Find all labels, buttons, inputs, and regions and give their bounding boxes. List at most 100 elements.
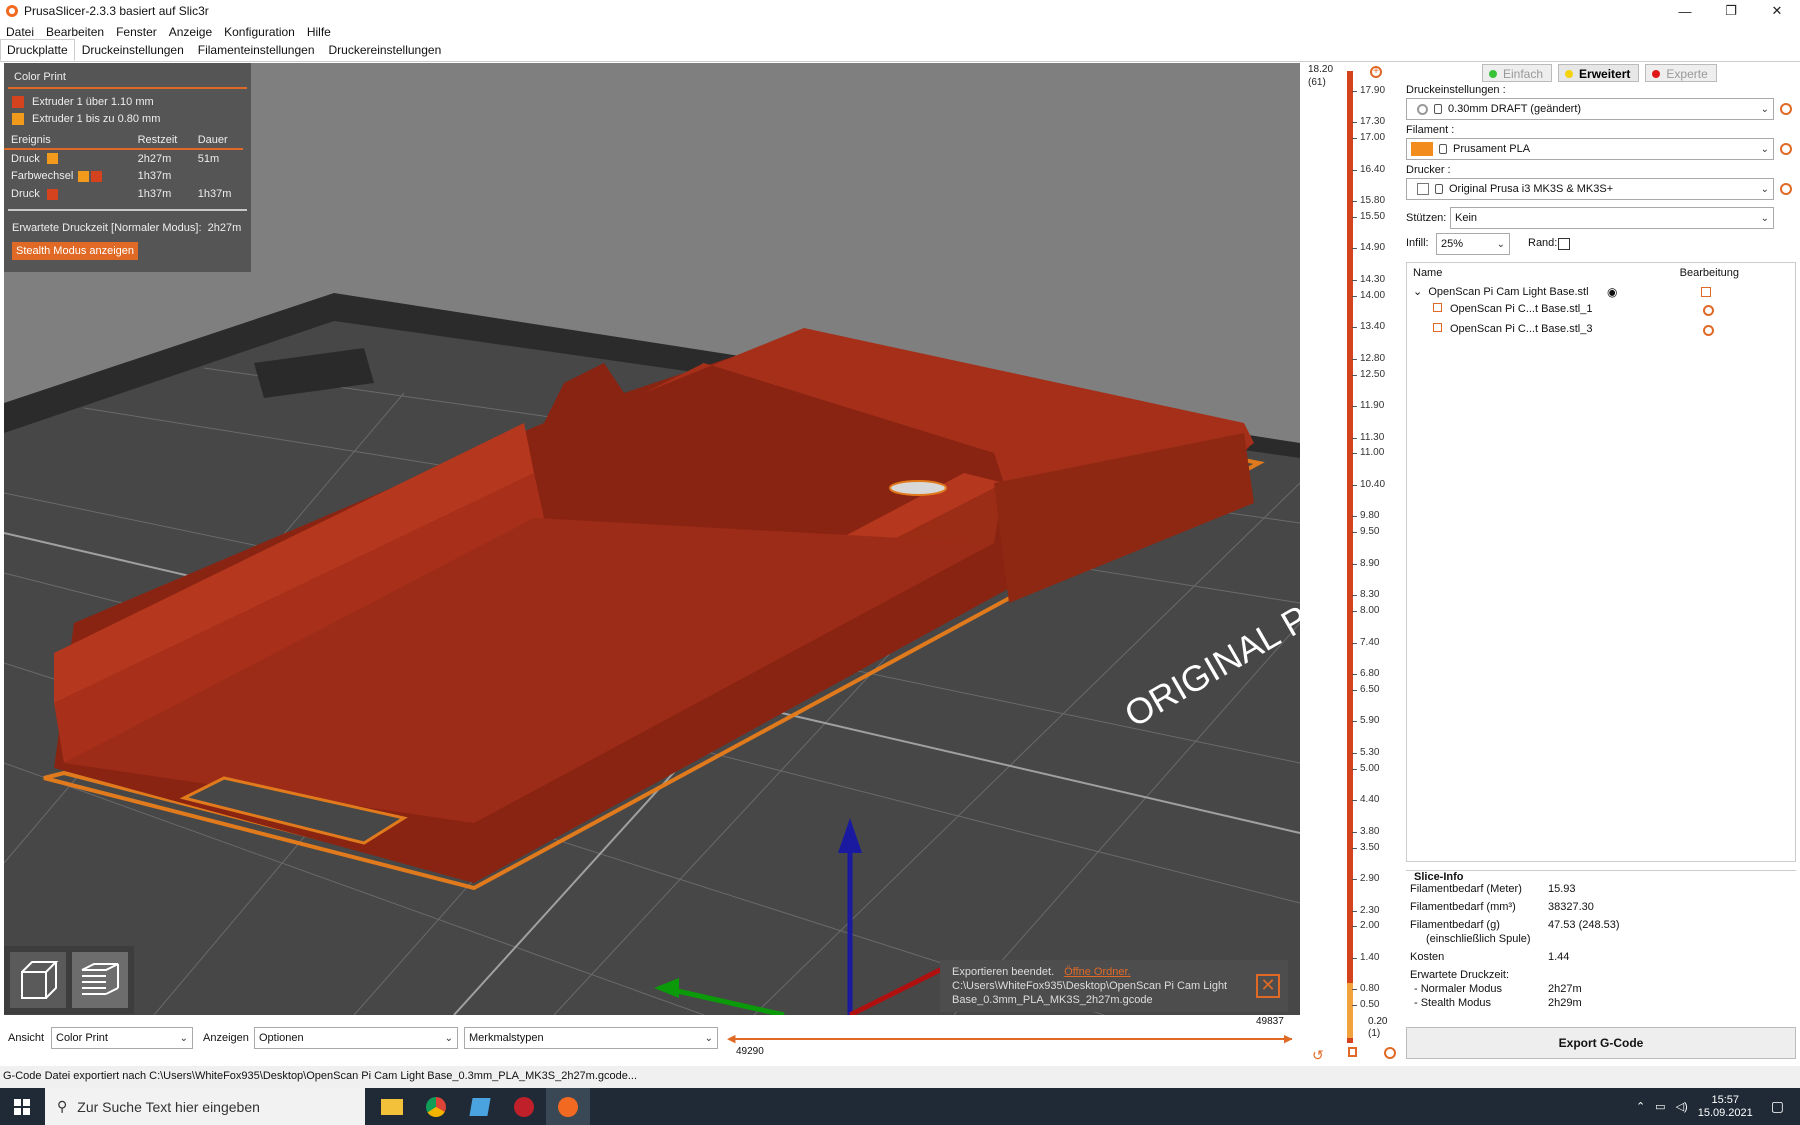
preview-view-button[interactable] [72,952,128,1008]
printer-gear-icon[interactable] [1780,183,1792,195]
event-rest: 2h27m [137,152,172,165]
legend-item-label: Extruder 1 über 1.10 mm [32,95,154,108]
object-row-root[interactable]: ⌄ OpenScan Pi Cam Light Base.stl [1413,285,1589,298]
layer-tick-label: 17.00 [1351,132,1386,144]
brim-checkbox[interactable] [1558,238,1570,250]
tab-filamenteinstellungen[interactable]: Filamenteinstellungen [191,39,322,61]
gear-icon[interactable] [1384,1047,1396,1059]
object-row-part[interactable]: OpenScan Pi C...t Base.stl_3 [1433,323,1592,335]
toast-path-line1: C:\Users\WhiteFox935\Desktop\OpenScan Pi… [952,980,1228,992]
menu-hilfe[interactable]: Hilfe [301,25,337,39]
chrome-icon[interactable] [414,1088,458,1125]
slice-info-value: 47.53 (248.53) [1548,919,1620,931]
object-row-part[interactable]: OpenScan Pi C...t Base.stl_1 [1433,303,1592,315]
supports-select[interactable]: Kein ⌄ [1450,207,1774,229]
file-explorer-icon[interactable] [370,1088,414,1125]
menu-datei[interactable]: Datei [0,25,40,39]
mode-einfach[interactable]: Einfach [1482,64,1553,82]
event-duration [191,167,243,185]
lock-icon[interactable] [1348,1047,1357,1057]
gear-icon[interactable] [1703,325,1714,336]
red-dot-icon [1652,69,1661,78]
slice-info-value: 1.44 [1548,951,1570,963]
eye-icon[interactable]: ◉ [1607,285,1617,299]
prusaslicer-taskbar-icon[interactable] [546,1088,590,1125]
tab-druckereinstellungen[interactable]: Druckereinstellungen [322,39,449,61]
move-slider-track[interactable] [732,1038,1292,1040]
layer-top-readout: 18.20 (61) [1308,63,1333,89]
view-type-select[interactable]: Color Print ⌄ [51,1027,193,1049]
undo-arrow-icon[interactable]: ↺ [1312,1047,1324,1064]
tab-druckeinstellungen[interactable]: Druckeinstellungen [75,39,191,61]
windows-start-icon[interactable] [14,1099,30,1115]
layer-tick-label: 9.50 [1351,526,1380,538]
feature-types-select[interactable]: Merkmalstypen ⌄ [464,1027,718,1049]
chevron-up-icon[interactable]: ⌃ [1636,1100,1645,1113]
col-edit: Bearbeitung [1679,267,1739,279]
color-swatch-orange [46,153,58,165]
open-folder-link[interactable]: Öffne Ordner. [1064,966,1130,978]
menu-konfiguration[interactable]: Konfiguration [218,25,301,39]
show-options-select[interactable]: Optionen ⌄ [254,1027,458,1049]
printer-select[interactable]: Original Prusa i3 MK3S & MK3S+ ⌄ [1406,178,1774,200]
move-slider-left-handle[interactable]: ◀ [727,1032,735,1045]
taskbar-search[interactable]: ⚲ Zur Suche Text hier eingeben [45,1088,365,1125]
lock-icon [1434,104,1442,114]
app-icon-red[interactable] [502,1088,546,1125]
mode-experte[interactable]: Experte [1645,64,1717,82]
event-duration: 1h37m [197,188,232,200]
3d-view-button[interactable] [10,952,66,1008]
layer-tick-label: 2.00 [1351,920,1380,932]
lock-icon [1439,144,1447,154]
print-settings-gear-icon[interactable] [1780,103,1792,115]
green-dot-icon [1489,69,1497,78]
table-row: Farbwechsel 1h37m [4,167,243,185]
right-sidebar: Einfach Erweitert Experte Druckeinstellu… [1406,63,1800,1060]
brim-label: Rand: [1528,237,1558,249]
estimated-time-value: 2h27m [207,221,242,234]
color-swatch-orange [12,112,24,125]
menu-bearbeiten[interactable]: Bearbeiten [40,25,110,39]
minimize-button[interactable]: — [1662,0,1708,22]
network-icon[interactable]: ▭ [1655,1100,1665,1113]
edit-object-icon[interactable] [1701,287,1711,297]
layer-tick-label: 15.50 [1351,210,1386,222]
maximize-button[interactable]: ❐ [1708,0,1754,22]
volume-icon[interactable]: ◁) [1676,1100,1688,1113]
layer-tick-label: 11.00 [1351,447,1385,459]
infill-select[interactable]: 25% ⌄ [1436,233,1510,255]
export-gcode-button[interactable]: Export G-Code [1406,1027,1796,1059]
print-settings-select[interactable]: 0.30mm DRAFT (geändert) ⌄ [1406,98,1774,120]
filament-gear-icon[interactable] [1780,143,1792,155]
mode-erweitert[interactable]: Erweitert [1558,64,1640,82]
close-icon[interactable]: ✕ [1256,974,1280,998]
layer-bottom-readout: 0.20 (1) [1368,1016,1387,1040]
supports-label: Stützen: [1406,212,1447,224]
part-icon [1433,303,1442,312]
filament-select[interactable]: Prusament PLA ⌄ [1406,138,1774,160]
app-icon-blue[interactable] [458,1088,502,1125]
layer-tick-label: 5.00 [1351,762,1380,774]
menu-fenster[interactable]: Fenster [110,25,163,39]
add-color-change-icon[interactable]: + [1370,66,1382,78]
clock[interactable]: 15:57 15.09.2021 [1698,1094,1753,1120]
layer-tick-label: 8.30 [1351,589,1380,601]
slice-info-value: 38327.30 [1548,901,1594,913]
notification-icon[interactable]: ▢ [1771,1098,1784,1115]
event-duration: 51m [197,152,220,165]
layer-tick-label: 0.80 [1351,983,1380,995]
move-slider-left-value: 49290 [736,1046,764,1057]
color-print-legend: Color Print Extruder 1 über 1.10 mm Extr… [4,63,251,272]
move-slider-right-handle[interactable]: ▶ [1284,1032,1292,1045]
chevron-down-icon: ⌄ [1760,104,1769,115]
gear-icon[interactable] [1703,305,1714,316]
close-button[interactable]: ✕ [1754,0,1800,22]
chevron-down-icon: ⌄ [1496,239,1505,250]
layer-top-height: 18.20 [1308,64,1334,75]
layer-tick-label: 4.40 [1351,794,1380,806]
menu-anzeige[interactable]: Anzeige [163,25,218,39]
stealth-mode-button[interactable]: Stealth Modus anzeigen [12,242,139,260]
tab-druckplatte[interactable]: Druckplatte [0,39,75,61]
slice-info-title: Slice-Info [1414,871,1464,883]
layer-tick-label: 6.80 [1351,668,1380,680]
